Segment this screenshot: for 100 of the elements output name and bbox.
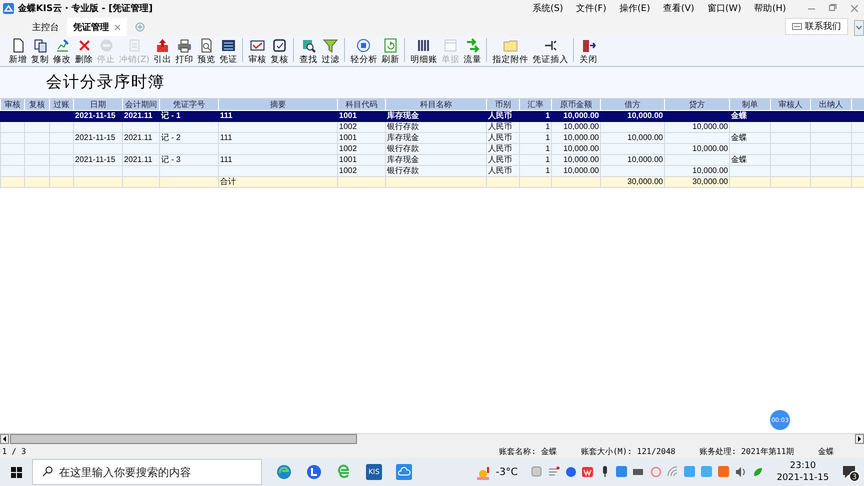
stop-icon — [98, 38, 114, 53]
copy-icon — [32, 38, 48, 53]
table-cell: 银行存款 — [386, 122, 486, 132]
table-cell: 库存现金 — [386, 154, 486, 166]
close-icon[interactable] — [851, 4, 858, 12]
toolbar-button[interactable]: 引出 — [151, 38, 174, 66]
toolbar-button[interactable]: 轻分析 — [348, 38, 380, 66]
column-header[interactable]: 凭证字号 — [160, 99, 218, 110]
window-title: 金蝶KIS云 · 专业版 - [凭证管理] — [18, 2, 154, 14]
toolbar-button[interactable]: 关闭 — [577, 38, 600, 66]
app-square-tray-icon[interactable] — [718, 466, 730, 478]
windows-start-icon[interactable] — [10, 466, 22, 478]
total-label: 合计 — [218, 176, 338, 188]
toolbar-button[interactable]: 凭证插入 — [530, 38, 570, 66]
table-cell: 银行存款 — [386, 166, 486, 176]
toolbar-button[interactable]: 修改 — [51, 38, 73, 66]
toolbar-button[interactable]: 过滤 — [319, 38, 342, 66]
taskbar-search-field[interactable]: 在这里输入你要搜索的内容 — [32, 459, 262, 485]
menu-item[interactable]: 系统(S) — [532, 2, 564, 14]
status-text: 账务处理: 2021年第11期 — [698, 446, 795, 456]
column-header[interactable]: 审核人 — [770, 99, 810, 110]
refresh-icon — [382, 38, 398, 53]
menu-item[interactable]: 文件(F) — [576, 2, 606, 14]
column-header[interactable]: 制单 — [730, 99, 770, 110]
column-header[interactable]: 会计期间 — [122, 99, 160, 110]
toolbar-button[interactable]: 凭证 — [217, 38, 240, 66]
app-logo-icon — [3, 2, 14, 14]
wifi-icon[interactable] — [666, 466, 679, 478]
review-icon — [272, 38, 287, 53]
tab[interactable]: 主控台 — [26, 18, 65, 36]
toolbar-button[interactable]: 打印 — [173, 38, 196, 66]
browser-wave-icon[interactable] — [276, 464, 292, 480]
column-header[interactable]: 摘要 — [218, 99, 338, 110]
column-header[interactable]: 汇率 — [520, 99, 552, 110]
table-cell: 银行存款 — [386, 144, 486, 154]
circle-tray-icon[interactable] — [564, 466, 577, 478]
menu-item[interactable]: 查看(V) — [663, 2, 694, 14]
toolbar-button[interactable]: 复核 — [268, 38, 290, 66]
toolbar-button[interactable]: 指定附件 — [490, 38, 530, 66]
chart-pencil-icon — [54, 38, 70, 53]
battery-icon[interactable] — [632, 466, 645, 478]
cloud-app-icon[interactable] — [396, 464, 412, 480]
tab[interactable]: 凭证管理 — [67, 18, 127, 36]
toolbar-button[interactable]: 查找 — [297, 38, 320, 66]
table-cell: 10,000.00 — [664, 122, 730, 132]
scrollbar-thumb[interactable] — [10, 434, 357, 444]
column-header[interactable]: 贷方 — [664, 99, 730, 110]
restore-icon[interactable] — [829, 4, 837, 12]
notes-tray-icon[interactable] — [548, 466, 560, 478]
column-header[interactable]: 科目代码 — [338, 99, 386, 110]
column-header[interactable]: 借方 — [600, 99, 664, 110]
report-title: 会计分录序时簿 — [46, 72, 165, 93]
column-header[interactable]: 过账 — [50, 99, 74, 110]
ledger-icon — [416, 38, 432, 53]
toolbar-button[interactable]: 复制 — [29, 38, 51, 66]
reverse-document-icon — [126, 38, 142, 53]
menu-item[interactable]: 操作(E) — [619, 2, 650, 14]
column-header[interactable]: 日期 — [74, 99, 122, 110]
letter-e-icon[interactable] — [336, 464, 352, 480]
column-header[interactable]: 出纳人 — [810, 99, 852, 110]
column-header[interactable]: 币别 — [486, 99, 520, 110]
toolbar-button[interactable]: 预览 — [195, 38, 218, 66]
page-indicator: 1 / 3 — [2, 446, 26, 456]
toolbar-button[interactable]: 明细账 — [408, 38, 440, 66]
letter-l-circle-icon[interactable] — [306, 464, 322, 480]
toolbar-button[interactable]: 审核 — [246, 38, 268, 66]
leaf-icon[interactable] — [752, 466, 764, 478]
column-header[interactable]: 审核 — [0, 99, 24, 110]
toolbar-button[interactable]: 流量 — [461, 38, 484, 66]
status-text: 账套大小(M): 121/2048 — [580, 446, 676, 456]
toolbar-button[interactable]: 删除 — [73, 38, 95, 66]
find-icon — [300, 38, 316, 53]
add-tab-icon[interactable] — [135, 22, 145, 32]
table-cell: 30,000.00 — [664, 176, 730, 188]
close-icon[interactable] — [114, 24, 121, 30]
table-cell: 库存现金 — [386, 132, 486, 144]
clock-time[interactable]: 23:10 — [790, 460, 816, 472]
form-icon — [442, 38, 458, 53]
toolbar-button[interactable]: 新增 — [7, 38, 29, 66]
speaker-icon[interactable] — [734, 466, 747, 478]
scroll-right-icon[interactable] — [855, 434, 864, 444]
exit-door-icon — [580, 38, 596, 53]
dropdown-icon[interactable] — [854, 20, 864, 36]
table-cell: 10,000.00 — [664, 144, 730, 154]
table-cell: 111 — [218, 154, 338, 166]
clock-date[interactable]: 2021-11-15 — [776, 472, 829, 484]
weather-temperature: -3°C — [496, 466, 518, 478]
square-tray-icon[interactable] — [530, 466, 543, 478]
preview-icon — [198, 38, 214, 53]
scroll-left-icon[interactable] — [0, 434, 9, 444]
column-header[interactable]: 科目名称 — [386, 99, 486, 110]
export-icon — [154, 38, 170, 53]
letter-w-tray-icon[interactable] — [582, 466, 594, 478]
weather-sun-icon — [476, 464, 491, 480]
column-header[interactable]: 复核 — [24, 99, 50, 110]
toolbar-button[interactable]: 刷新 — [379, 38, 402, 66]
contact-us-button[interactable]: 联系我们 — [785, 18, 848, 35]
menu-item[interactable]: 窗口(W) — [707, 2, 742, 14]
menu-item[interactable]: 帮助(H) — [754, 2, 786, 14]
column-header[interactable]: 原币金额 — [552, 99, 600, 110]
